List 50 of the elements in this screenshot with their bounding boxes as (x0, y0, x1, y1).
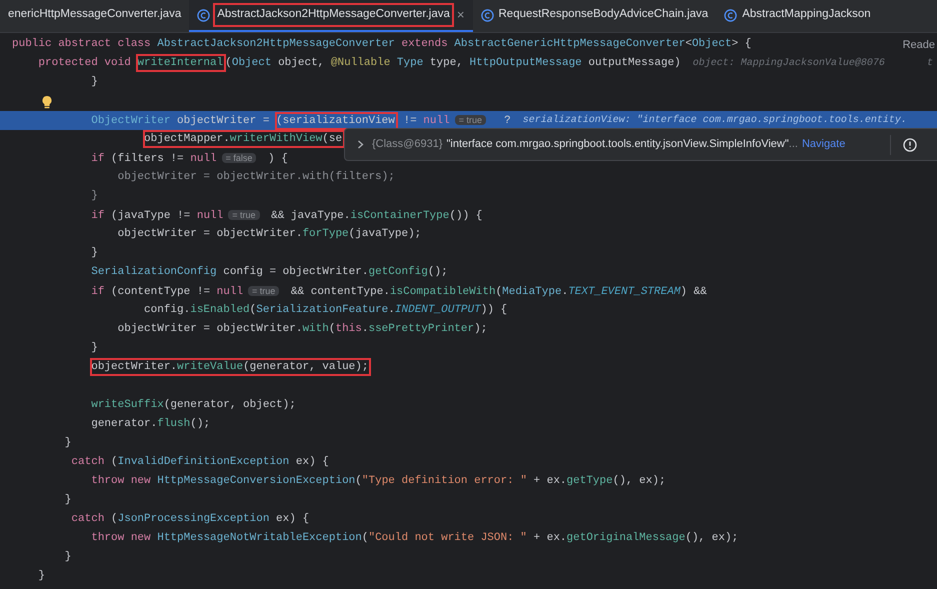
class-icon (480, 8, 494, 22)
close-tab-button[interactable]: × (456, 5, 464, 25)
code-line: throw new HttpMessageNotWritableException("Could not write JSON: " + ex.getOriginalMessage(), ex); (90, 531, 738, 546)
navigate-link[interactable]: Navigate (802, 136, 846, 153)
code-line: writeSuffix(generator, object); (90, 398, 296, 413)
code-line: public abstract class AbstractJackson2HttpMessageConverter extends AbstractGenericHttpMessageConverter<Object> { (12, 37, 752, 52)
code-line: config.isEnabled(SerializationFeature.INDENT_OUTPUT)) { (143, 303, 508, 318)
code-line: } (90, 189, 98, 204)
editor-tab[interactable]: AbstractJackson2HttpMessageConverter.java × (189, 0, 472, 32)
code-line: } (90, 341, 98, 356)
code-line: objectWriter = objectWriter.with(filters); (116, 170, 395, 185)
class-icon (197, 8, 210, 22)
tab-label: AbstractJackson2HttpMessageConverter.java (215, 5, 452, 25)
class-icon (724, 8, 738, 22)
code-line: catch (JsonProcessingException ex) { (70, 512, 310, 527)
code-line: } (64, 436, 72, 451)
code-line: } (64, 493, 72, 508)
code-line: } (90, 246, 98, 261)
ellipsis-text: ... (788, 137, 798, 152)
code-line: generator.flush(); (90, 417, 210, 432)
code-line: catch (InvalidDefinitionException ex) { (70, 455, 329, 470)
code-line: } (64, 550, 72, 565)
debug-value-hint: t (926, 57, 934, 71)
code-line: SerializationConfig config = objectWriter.getConfig(); (90, 265, 448, 280)
selected-code-line: ObjectWriter objectWriter = (serializationView != null = true ? (12, 110, 511, 130)
code-line: protected void writeInternal (Object object, @Nullable Type type, HttpOutputMessage outputMessage) (12, 54, 681, 73)
code-line: throw new HttpMessageConversionException("Type definition error: " + ex.getType(), ex); (90, 474, 666, 489)
code-line: objectWriter = objectWriter.forType(javaType); (116, 227, 422, 242)
code-line: } (90, 75, 98, 90)
code-line: objectWriter.writeValue(generator, value); (12, 358, 370, 377)
tab-label: AbstractMappingJackson (742, 7, 871, 22)
debug-value-hint: serializationView: "interface com.mrgao.springboot.tools.entity. (522, 114, 907, 128)
reader-mode-label[interactable]: Reade (902, 37, 935, 54)
code-line: if (contentType != null = true && contentType.isCompatibleWith(MediaType.TEXT_EVENT_STREAM) && (90, 284, 707, 300)
tab-label: enericHttpMessageConverter.java (8, 7, 182, 22)
debug-value-text: "interface com.mrgao.springboot.tools.entity.jsonView.SimpleInfoView" (446, 137, 789, 152)
info-icon[interactable] (903, 138, 917, 152)
chevron-right-icon[interactable] (357, 140, 364, 149)
editor-tab[interactable]: AbstractMappingJackson (716, 0, 879, 32)
editor-tab[interactable]: enericHttpMessageConverter.java (0, 0, 190, 32)
debug-object-reference: {Class@6931} (372, 137, 442, 152)
editor-tab[interactable]: RequestResponseBodyAdviceChain.java (472, 0, 716, 32)
code-line: } (37, 569, 46, 584)
lightbulb-icon[interactable] (41, 94, 53, 108)
tab-label: RequestResponseBodyAdviceChain.java (498, 7, 708, 22)
code-line: objectWriter = objectWriter.with(this.ssePrettyPrinter); (116, 322, 488, 337)
code-line: objectMapper.writerWithView(se (12, 130, 344, 149)
code-line: if (javaType != null = true && javaType.isContainerType()) { (90, 208, 482, 224)
code-line: if (filters != null = false ) { (90, 152, 288, 166)
debug-value-hint: object: MappingJacksonValue@8076 (692, 56, 885, 71)
